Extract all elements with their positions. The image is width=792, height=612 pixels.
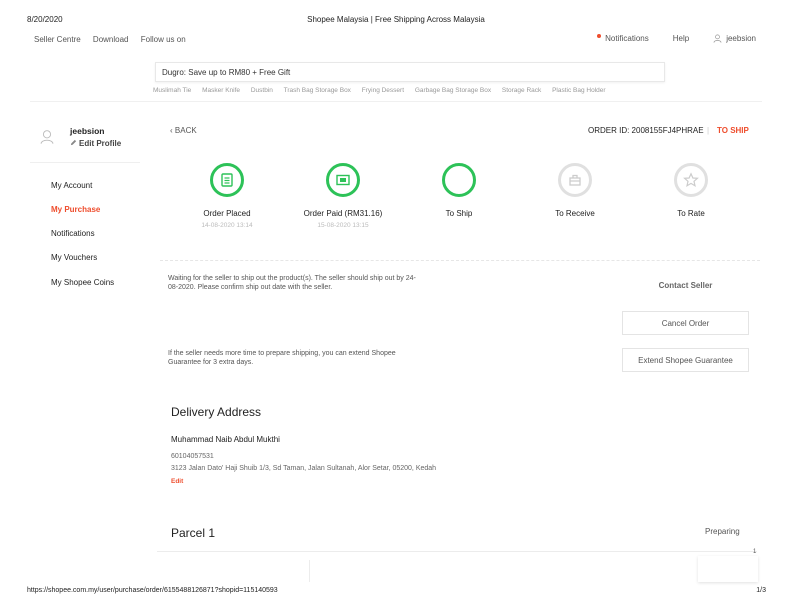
step-circle [558,163,592,197]
sidebar-item-notifications[interactable]: Notifications [51,229,95,238]
edit-address-link[interactable]: Edit [171,478,183,485]
delivery-address-title: Delivery Address [171,405,262,419]
notification-dot-icon [597,33,602,38]
package-icon [569,174,581,186]
step-label: Order Placed [203,209,251,218]
suggestion-link[interactable]: Dustbin [251,87,273,94]
suggestion-link[interactable]: Storage Rack [502,87,541,94]
parcel-count: 1 [753,549,757,555]
sidebar-divider [30,162,140,163]
avatar-icon [40,130,54,145]
parcel-status: Preparing [705,527,740,536]
edit-profile-link[interactable]: Edit Profile [70,139,121,148]
step-label: To Ship [445,209,473,218]
payment-icon [336,174,350,186]
top-nav-left: Seller Centre Download Follow us on [34,35,196,44]
cancel-order-button[interactable]: Cancel Order [622,311,749,335]
step-label: To Rate [677,209,705,218]
back-button[interactable]: ‹ BACK [170,126,197,135]
steps-divider [160,260,760,261]
step-order-paid: Order Paid (RM31.16) 15-08-2020 13:15 [293,163,393,229]
recipient-address: 3123 Jalan Dato' Haji Shuib 1/3, Sd Tama… [171,465,437,472]
sidebar-item-shopee-coins[interactable]: My Shopee Coins [51,278,114,287]
edit-profile-label: Edit Profile [79,139,122,148]
help-link[interactable]: Help [673,34,689,43]
ship-circle-icon [442,163,476,197]
notifications-link[interactable]: Notifications [597,33,649,43]
pencil-icon [70,139,77,146]
parcel-title: Parcel 1 [171,526,216,540]
suggestion-link[interactable]: Plastic Bag Holder [552,87,605,94]
top-nav-right: Notifications Help jeebsion [573,33,756,43]
search-suggestions: Muslimah Tie Masker Knife Dustbin Trash … [153,87,615,94]
back-label: BACK [174,126,197,135]
follow-us-link[interactable]: Follow us on [141,35,186,44]
user-name: jeebsion [726,34,756,43]
step-circle [326,163,360,197]
suggestion-link[interactable]: Garbage Bag Storage Box [415,87,491,94]
step-circle [210,163,244,197]
suggestion-link[interactable]: Trash Bag Storage Box [284,87,351,94]
extend-guarantee-button[interactable]: Extend Shopee Guarantee [622,348,749,372]
sidebar-username: jeebsion [70,126,105,136]
contact-seller-button[interactable]: Contact Seller [622,275,749,297]
ship-out-notice: Waiting for the seller to ship out the p… [168,275,416,291]
print-page-number: 1/3 [756,587,766,594]
suggestion-link[interactable]: Muslimah Tie [153,87,191,94]
step-order-placed: Order Placed 14-08-2020 13:14 [177,163,277,229]
sidebar-item-my-vouchers[interactable]: My Vouchers [51,253,97,262]
order-separator: | [707,126,710,135]
step-label: Order Paid (RM31.16) [303,209,383,218]
header-divider [30,101,762,102]
order-status: TO SHIP [717,126,749,135]
print-url: https://shopee.com.my/user/purchase/orde… [27,587,278,594]
user-menu[interactable]: jeebsion [713,34,756,43]
search-input[interactable]: Dugro: Save up to RM80 + Free Gift [155,62,665,82]
suggestion-link[interactable]: Frying Dessert [362,87,404,94]
recipient-phone: 60104057531 [171,453,214,460]
step-to-ship: To Ship [409,163,509,218]
step-time: 14-08-2020 13:14 [201,222,253,229]
suggestion-link[interactable]: Masker Knife [202,87,240,94]
order-id: ORDER ID: 2008155FJ4PHRAE [588,126,704,135]
download-link[interactable]: Download [93,35,129,44]
step-time: 15-08-2020 13:15 [317,222,369,229]
step-to-rate: To Rate [641,163,741,218]
extend-guarantee-notice: If the seller needs more time to prepare… [168,350,396,366]
sidebar-item-my-account[interactable]: My Account [51,181,92,190]
notifications-label: Notifications [605,34,649,43]
step-label: To Receive [555,209,595,218]
step-circle [674,163,708,197]
parcel-divider [157,551,757,552]
receipt-icon [221,173,233,187]
star-icon [683,172,699,188]
step-to-receive: To Receive [525,163,625,218]
chevron-left-icon: ‹ [170,126,173,135]
sidebar-item-my-purchase[interactable]: My Purchase [51,205,100,214]
floating-chat-panel[interactable] [698,556,758,582]
seller-centre-link[interactable]: Seller Centre [34,35,81,44]
print-title: Shopee Malaysia | Free Shipping Across M… [307,15,485,24]
user-icon [713,34,722,43]
recipient-name: Muhammad Naib Abdul Mukthi [171,435,280,444]
parcel-column-divider [309,560,310,582]
